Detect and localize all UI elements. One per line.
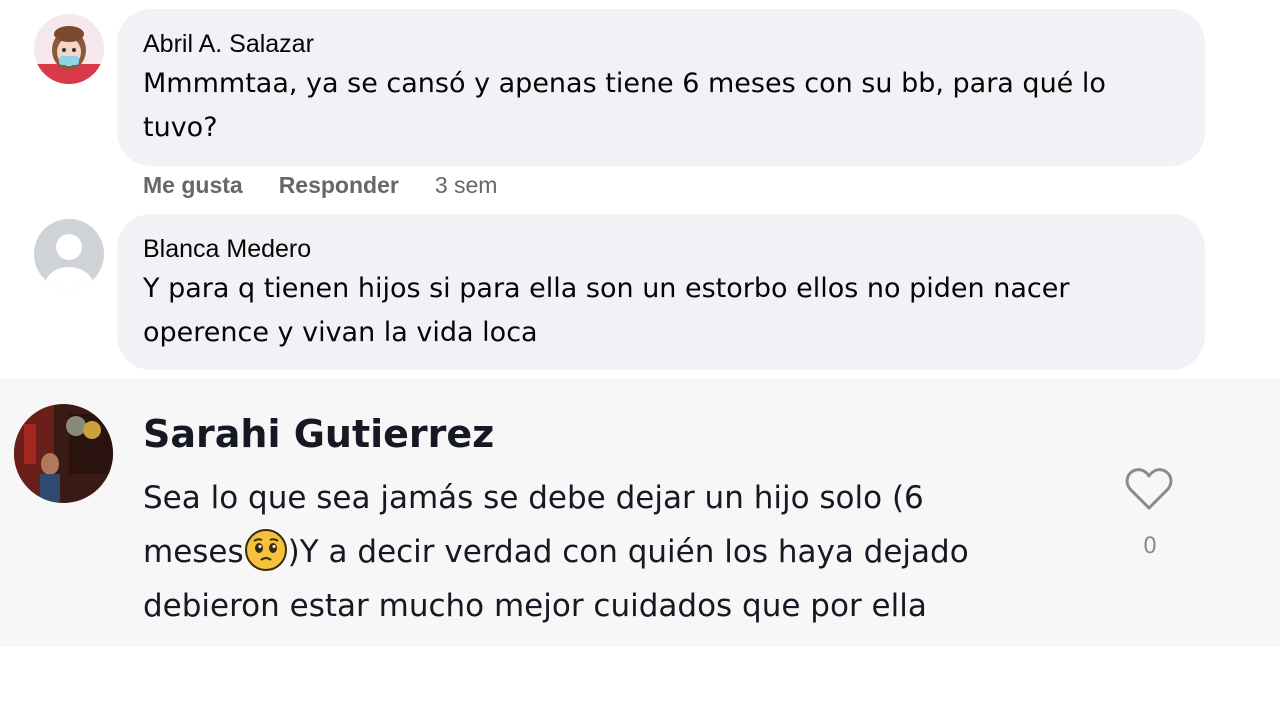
comment-text-line: tuvo? [143,112,218,143]
comment-text: Sea lo que sea jamás se debe dejar un hi… [143,471,1103,633]
comment-text-line: meses )Y a decir verdad con quién los ha… [143,525,1103,579]
like-link[interactable]: Me gusta [143,172,243,199]
comment-text-line: debieron estar mucho mejor cuidados que … [143,588,927,624]
reply-link[interactable]: Responder [279,172,399,199]
comment-author[interactable]: Sarahi Gutierrez [143,412,494,456]
comment-author[interactable]: Blanca Medero [143,235,311,264]
comment-timestamp[interactable]: 3 sem [435,172,498,199]
comment-text-segment: )Y a decir verdad con quién los haya dej… [287,534,969,570]
comment-text-line: Mmmmtaa, ya se cansó y apenas tiene 6 me… [143,68,1106,99]
avatar-sarahi[interactable] [14,404,113,503]
avatar-abril[interactable] [34,14,104,84]
photo-avatar-icon [14,404,113,503]
like-count: 0 [1143,534,1157,559]
heart-icon[interactable] [1124,466,1174,512]
comment-text-segment: meses [143,534,244,570]
comment-actions: Me gusta Responder 3 sem [143,172,497,199]
default-user-icon [34,219,104,289]
pleading-face-emoji-icon [244,529,287,571]
comment-text-line: Y para q tienen hijos si para ella son u… [143,273,1070,304]
comment-text-line: Sea lo que sea jamás se debe dejar un hi… [143,480,924,516]
comment-text-line: operence y vivan la vida loca [143,317,538,348]
girl-avatar-icon [34,14,104,84]
comment-author[interactable]: Abril A. Salazar [143,30,314,59]
avatar-blanca[interactable] [34,219,104,289]
